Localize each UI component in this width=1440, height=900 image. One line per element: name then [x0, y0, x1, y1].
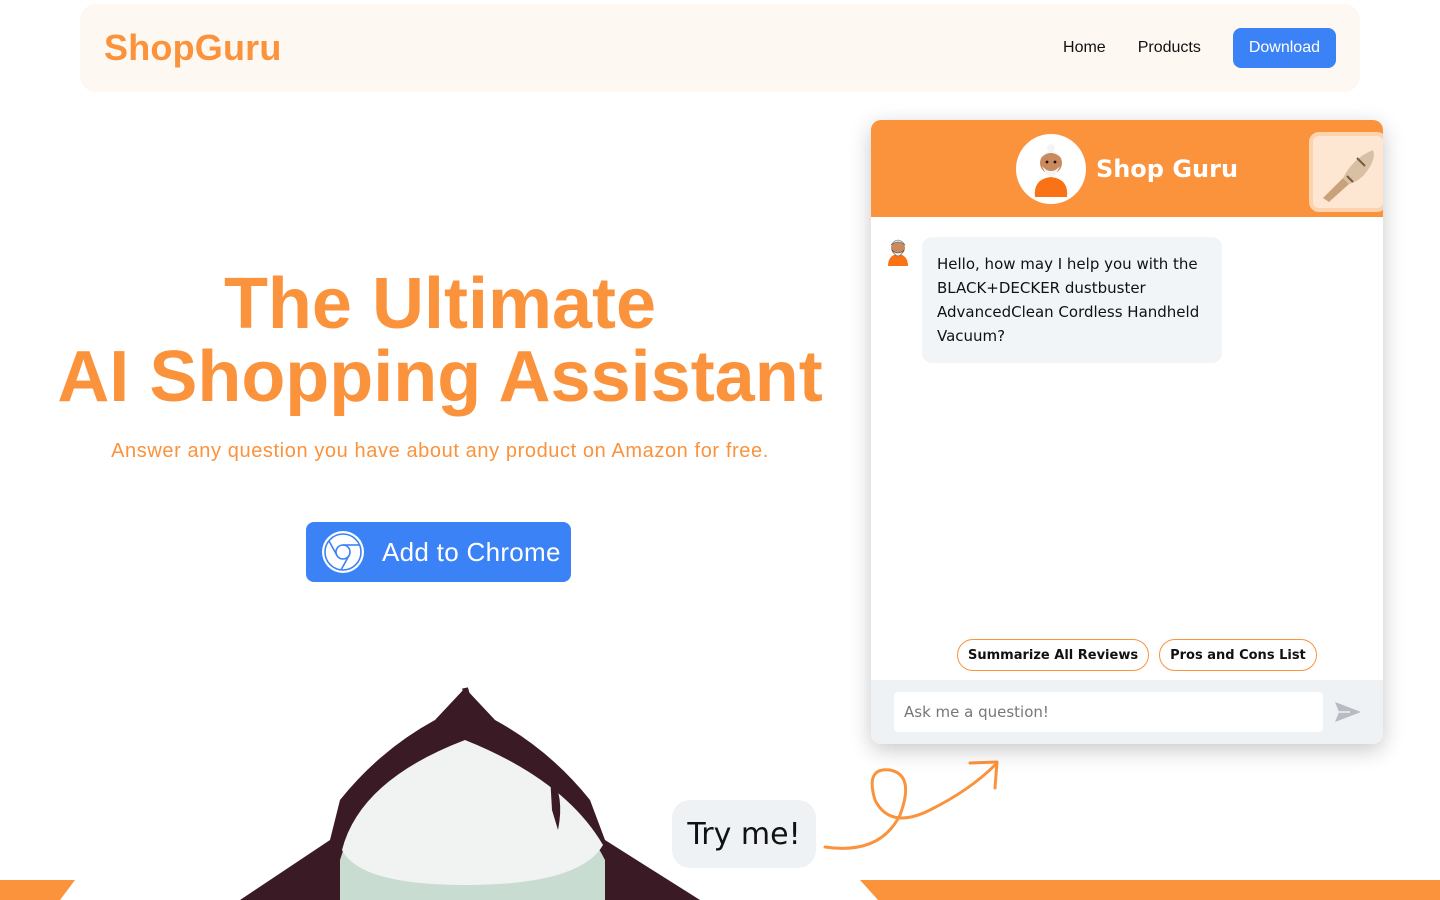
nav-links: Home Products Download — [1063, 28, 1336, 68]
chat-title: Shop Guru — [1095, 154, 1239, 183]
summarize-reviews-button[interactable]: Summarize All Reviews — [957, 639, 1150, 671]
hero-title: The Ultimate AI Shopping Assistant — [30, 268, 850, 414]
hero-subtitle: Answer any question you have about any p… — [111, 440, 769, 462]
chat-input-bar — [871, 680, 1383, 744]
add-to-chrome-label: Add to Chrome — [382, 536, 561, 567]
bot-message: Hello, how may I help you with the BLACK… — [922, 237, 1222, 363]
chat-question-input[interactable] — [894, 692, 1323, 732]
pros-cons-button[interactable]: Pros and Cons List — [1159, 639, 1317, 671]
hero-title-line-1: The Ultimate — [223, 264, 657, 344]
suggestion-chips: Summarize All Reviews Pros and Cons List — [957, 639, 1327, 671]
bottom-band-left — [0, 880, 75, 900]
add-to-chrome-button[interactable]: Add to Chrome — [306, 522, 571, 582]
bottom-band-right — [860, 880, 1440, 900]
nav-products-link[interactable]: Products — [1138, 39, 1201, 57]
send-icon[interactable] — [1334, 700, 1362, 724]
chrome-icon — [322, 531, 364, 573]
vacuum-product-icon[interactable] — [1309, 132, 1383, 212]
guru-avatar-icon — [1015, 133, 1086, 204]
hero-title-line-2: AI Shopping Assistant — [57, 337, 823, 417]
download-button[interactable]: Download — [1232, 28, 1336, 68]
chat-widget: Shop Guru Hello, how may I help you with… — [871, 120, 1383, 744]
bot-avatar-icon — [885, 235, 911, 267]
curly-arrow-icon — [823, 760, 999, 850]
brand-logo[interactable]: ShopGuru — [104, 27, 282, 69]
top-navbar: ShopGuru Home Products Download — [80, 4, 1360, 92]
nav-home-link[interactable]: Home — [1063, 39, 1106, 57]
guru-illustration — [240, 687, 700, 900]
chat-header: Shop Guru — [871, 120, 1383, 217]
try-me-bubble: Try me! — [672, 800, 816, 868]
